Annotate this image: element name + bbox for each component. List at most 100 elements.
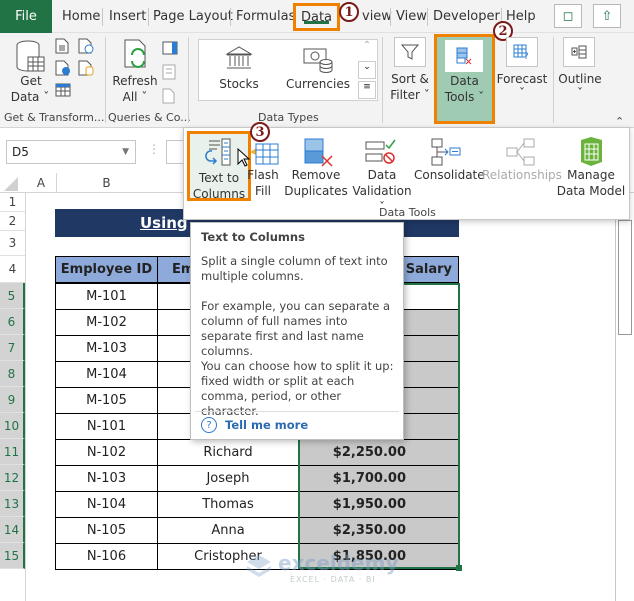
- menu-divider: [230, 8, 231, 26]
- comment-icon[interactable]: ◻: [554, 4, 582, 28]
- data-tools-dropdown: Text to Columns 3 Flash Fill Remove Dupl…: [183, 122, 630, 220]
- tab-home[interactable]: Home: [58, 0, 104, 33]
- row-header[interactable]: 6: [0, 309, 25, 335]
- menu-divider: [390, 8, 391, 26]
- refresh-icon: [124, 39, 146, 68]
- row-header[interactable]: 14: [0, 517, 25, 543]
- tab-insert[interactable]: Insert: [105, 0, 150, 33]
- cell-salary[interactable]: $1,700.00: [298, 465, 459, 492]
- row-header[interactable]: 15: [0, 543, 25, 569]
- row-header[interactable]: 4: [0, 256, 25, 283]
- tab-formulas[interactable]: Formulas: [232, 0, 299, 33]
- select-all-button[interactable]: [4, 177, 18, 191]
- row-header[interactable]: 5: [0, 283, 25, 309]
- gallery-scroll-down[interactable]: ⌄: [358, 61, 376, 79]
- stocks-button[interactable]: [225, 45, 253, 74]
- cell-employee-id[interactable]: M-105: [55, 387, 158, 414]
- row-header[interactable]: 11: [0, 439, 25, 465]
- flash-fill-button[interactable]: Flash Fill: [244, 134, 282, 200]
- manage-data-model-label-2: Data Model: [556, 184, 626, 198]
- share-icon[interactable]: ⇧: [593, 4, 621, 28]
- row-header[interactable]: 8: [0, 361, 25, 387]
- cell-employee-id[interactable]: N-106: [55, 543, 158, 570]
- text-to-columns-button[interactable]: Text to Columns: [187, 131, 251, 201]
- refresh-label: Refresh: [112, 74, 158, 88]
- row-header[interactable]: 3: [0, 231, 25, 256]
- group-label-get-transform: Get & Transform...: [4, 111, 105, 124]
- header-employee-id[interactable]: Employee ID: [55, 256, 158, 283]
- tab-data[interactable]: Data: [293, 3, 340, 31]
- cell-employee-name[interactable]: Joseph: [157, 465, 299, 492]
- column-header-b[interactable]: B: [56, 173, 156, 193]
- data-validation-button[interactable]: Data Validation ˇ: [350, 134, 414, 214]
- existing-connections-icon[interactable]: [78, 60, 94, 79]
- tab-view[interactable]: View: [392, 0, 431, 33]
- step-badge-1: 1: [339, 2, 359, 22]
- text-to-columns-tooltip: Text to Columns Split a single column of…: [190, 222, 404, 440]
- consolidate-icon: [431, 138, 461, 166]
- from-web-icon[interactable]: [55, 60, 71, 79]
- cell-employee-id[interactable]: N-101: [55, 413, 158, 440]
- cell-salary[interactable]: $1,950.00: [298, 491, 459, 518]
- flash-fill-icon: [250, 143, 279, 165]
- queries-connections-icon[interactable]: [162, 41, 178, 58]
- currencies-icon: [303, 48, 333, 73]
- sort-filter-button[interactable]: [394, 37, 426, 67]
- consolidate-label: Consolidate: [414, 168, 485, 182]
- cell-employee-name[interactable]: Thomas: [157, 491, 299, 518]
- cell-employee-id[interactable]: M-102: [55, 309, 158, 336]
- name-box[interactable]: D5 ▼: [6, 140, 136, 164]
- cell-employee-id[interactable]: N-103: [55, 465, 158, 492]
- cell-salary[interactable]: $2,350.00: [298, 517, 459, 544]
- svg-text:?: ?: [524, 52, 529, 60]
- row-header[interactable]: 7: [0, 335, 25, 361]
- outline-button[interactable]: [563, 37, 595, 67]
- cell-employee-id[interactable]: M-101: [55, 283, 158, 310]
- currencies-button[interactable]: [302, 45, 334, 76]
- cell-employee-name[interactable]: Anna: [157, 517, 299, 544]
- data-validation-icon: [365, 139, 396, 164]
- gallery-expand[interactable]: ≡: [358, 81, 376, 99]
- row-header[interactable]: 12: [0, 465, 25, 491]
- cell-employee-id[interactable]: M-104: [55, 361, 158, 388]
- menu-divider: [427, 8, 428, 26]
- cell-employee-id[interactable]: N-104: [55, 491, 158, 518]
- watermark-brand: exceldemy: [278, 551, 399, 575]
- cell-salary[interactable]: $2,250.00: [298, 439, 459, 466]
- row-header[interactable]: 10: [0, 413, 25, 439]
- cell-employee-id[interactable]: N-105: [55, 517, 158, 544]
- tab-page-layout[interactable]: Page Layout: [149, 0, 237, 33]
- ribbon: Get Data ˇ Get & Transform... Refresh Al…: [0, 21, 634, 128]
- row-header[interactable]: 13: [0, 491, 25, 517]
- tooltip-paragraph-2: For example, you can separate a column o…: [201, 299, 391, 358]
- gallery-scroll-up[interactable]: ⌃: [358, 40, 376, 60]
- data-model-icon: [581, 137, 602, 166]
- row-header[interactable]: 1: [0, 193, 25, 212]
- forecast-button[interactable]: ?: [506, 37, 538, 67]
- manage-data-model-button[interactable]: Manage Data Model: [557, 134, 625, 200]
- edit-links-icon: [162, 88, 176, 107]
- refresh-all-button[interactable]: [122, 39, 152, 74]
- get-data-button[interactable]: [14, 39, 48, 75]
- remove-duplicates-button[interactable]: Remove Duplicates: [284, 134, 348, 200]
- outline-icon: [571, 45, 587, 59]
- group-label-data-types: Data Types: [258, 111, 319, 124]
- consolidate-button[interactable]: Consolidate: [414, 134, 485, 200]
- row-header[interactable]: 2: [0, 212, 25, 231]
- cell-employee-id[interactable]: M-103: [55, 335, 158, 362]
- cell-employee-id[interactable]: N-102: [55, 439, 158, 466]
- file-tab[interactable]: File: [0, 0, 52, 33]
- stocks-label: Stocks: [219, 77, 259, 91]
- from-text-icon[interactable]: [55, 38, 69, 57]
- vertical-scrollbar-thumb[interactable]: [618, 220, 632, 335]
- data-tools-button[interactable]: Data Tools ˇ: [434, 34, 495, 124]
- tell-me-more-link[interactable]: Tell me more: [225, 418, 308, 433]
- recent-sources-icon[interactable]: [78, 38, 94, 57]
- column-header-a[interactable]: A: [26, 173, 56, 193]
- formula-bar-splitter[interactable]: ⋮: [148, 142, 160, 156]
- fill-handle[interactable]: [456, 565, 462, 571]
- cell-employee-name[interactable]: Richard: [157, 439, 299, 466]
- from-table-icon[interactable]: [55, 83, 71, 100]
- name-box-dropdown-icon[interactable]: ▼: [122, 147, 129, 157]
- row-header[interactable]: 9: [0, 387, 25, 413]
